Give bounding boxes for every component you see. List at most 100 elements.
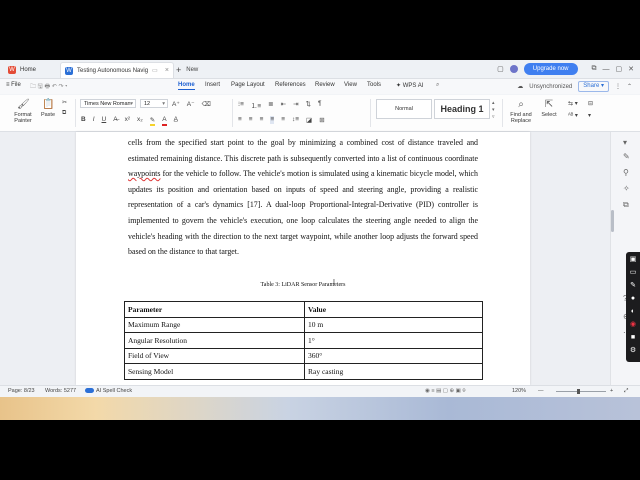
tab-document[interactable]: W Testing Autonomous Navig ▭ × — [60, 62, 174, 78]
table-cell[interactable]: Ray casting — [304, 363, 483, 380]
typesetting-icon[interactable]: ⇆ ▾ — [568, 100, 578, 107]
zoom-slider[interactable] — [556, 391, 606, 392]
table-header-cell[interactable]: Parameter — [124, 301, 305, 318]
table-cell[interactable]: Field of View — [124, 347, 305, 364]
bold-icon[interactable]: B — [81, 116, 86, 126]
copy-icon[interactable]: ⧉ — [62, 110, 67, 117]
mouse-icon[interactable]: ◐ — [629, 308, 637, 316]
zoom-in-icon[interactable]: + — [610, 388, 613, 394]
italic-icon[interactable]: I — [93, 116, 95, 126]
cut-icon[interactable]: ✂ — [62, 99, 67, 106]
vertical-scrollbar[interactable] — [611, 210, 614, 232]
font-size-combo[interactable]: 12 ▾ — [140, 99, 168, 108]
more-icon[interactable]: ⋮ — [615, 83, 621, 90]
layout-icon[interactable]: ▢ — [497, 65, 504, 73]
share-button[interactable]: Share ▾ — [578, 81, 609, 92]
maximize-icon[interactable]: ▢ — [616, 65, 623, 73]
window-icon[interactable]: ▭ — [152, 67, 158, 74]
subscript-icon[interactable]: x₂ — [137, 116, 143, 126]
tab-home[interactable]: W Home — [4, 62, 52, 77]
dropdown-icon[interactable]: ▾ — [623, 138, 627, 147]
table-cell[interactable]: Maximum Range — [124, 316, 305, 333]
upgrade-button[interactable]: Upgrade now — [523, 63, 578, 75]
show-marks-icon[interactable]: ¶ — [318, 100, 322, 110]
fullscreen-icon[interactable]: ⤢ — [624, 388, 628, 395]
quick-access-icons[interactable]: 🗀 🖫 🖶 ↶ ↷ ▾ — [30, 82, 67, 92]
sync-status[interactable]: Unsynchronized — [529, 84, 572, 90]
ai-spell-check[interactable]: AI Spell Check — [85, 388, 132, 394]
shading-icon[interactable]: ◪ — [306, 116, 312, 124]
menu-insert[interactable]: Insert — [205, 82, 220, 88]
spell-toggle[interactable] — [85, 388, 94, 394]
justify-icon[interactable]: ≡ — [270, 116, 275, 124]
style-normal[interactable]: Normal — [376, 99, 432, 119]
line-spacing-icon[interactable]: ↕≡ — [292, 116, 299, 124]
style-gallery-arrows[interactable]: ▴ ▾ ▿ — [492, 100, 495, 121]
shapes-icon[interactable]: ✧ — [623, 184, 630, 193]
search-icon[interactable]: ⌕ — [436, 82, 439, 89]
increase-indent-icon[interactable]: ⇥ — [293, 100, 298, 110]
restore-icon[interactable]: ⧉ — [592, 65, 597, 73]
decrease-indent-icon[interactable]: ⇤ — [281, 100, 286, 110]
camera-icon[interactable]: ▣ — [629, 256, 637, 264]
table-cell[interactable]: 10 m — [304, 316, 483, 333]
align-left-icon[interactable]: ≡ — [238, 116, 242, 124]
pen-icon[interactable]: ✎ — [629, 282, 637, 290]
align-center-icon[interactable]: ≡ — [249, 116, 253, 124]
document-canvas[interactable]: cells from the specified start point to … — [0, 132, 610, 385]
font-color-icon[interactable]: A — [162, 116, 167, 126]
menu-page-layout[interactable]: Page Layout — [231, 82, 265, 88]
zoom-slider-handle[interactable] — [577, 389, 580, 394]
borders-icon[interactable]: ⊞ — [319, 116, 324, 124]
body-paragraph[interactable]: cells from the specified start point to … — [128, 135, 478, 260]
chevron-down-icon[interactable]: ▾ — [588, 112, 593, 119]
avatar[interactable] — [509, 65, 518, 73]
close-window-icon[interactable]: ✕ — [628, 65, 634, 73]
numbering-icon[interactable]: ⒈≡ — [251, 100, 261, 110]
record-icon[interactable]: ◉ — [629, 321, 637, 329]
table-cell[interactable]: Angular Resolution — [124, 332, 305, 349]
menu-references[interactable]: References — [275, 82, 306, 88]
table-cell[interactable]: 1° — [304, 332, 483, 349]
shrink-font-icon[interactable]: A⁻ — [187, 100, 195, 108]
abc-icon[interactable]: ᴬᴮ ▾ — [568, 112, 578, 119]
copy-panel-icon[interactable]: ⧉ — [623, 200, 629, 210]
menu-tools[interactable]: Tools — [367, 82, 381, 88]
superscript-icon[interactable]: x² — [125, 116, 130, 126]
view-mode-icons[interactable]: ◉ ≡ ▤ ▢ ⊕ ▣ ⌾ — [425, 388, 466, 395]
underline-icon[interactable]: U — [102, 116, 107, 126]
select-button[interactable]: ⇱ Select — [538, 99, 560, 118]
align-right-icon[interactable]: ≡ — [260, 116, 264, 124]
strikethrough-icon[interactable]: A̶ — [113, 116, 117, 126]
sort-icon[interactable]: ⇅ — [306, 100, 311, 110]
format-painter-button[interactable]: 🖌 Format Painter — [10, 99, 36, 124]
page-indicator[interactable]: Page: 8/23 — [8, 388, 35, 394]
char-border-icon[interactable]: A̲ — [174, 116, 178, 126]
table-header-cell[interactable]: Value — [304, 301, 483, 318]
table-cell[interactable]: 360° — [304, 347, 483, 364]
wps-ai-menu[interactable]: ✦ WPS AI — [396, 82, 423, 89]
menu-view[interactable]: View — [344, 82, 357, 88]
distributed-icon[interactable]: ≡ — [281, 116, 285, 124]
paste-button[interactable]: 📋 Paste — [38, 99, 58, 118]
minimize-icon[interactable]: — — [603, 66, 610, 73]
font-name-combo[interactable]: Times New Roman ▾ — [80, 99, 136, 108]
document-page[interactable]: cells from the specified start point to … — [76, 132, 530, 385]
find-replace-button[interactable]: ⌕ Find and Replace — [508, 99, 534, 124]
display-icon[interactable]: ▭ — [629, 269, 637, 277]
style-heading-1[interactable]: Heading 1 — [434, 99, 490, 119]
stop-icon[interactable]: ■ — [629, 334, 637, 342]
table-cell[interactable]: Sensing Model — [124, 363, 305, 380]
close-tab-icon[interactable]: × — [165, 67, 169, 74]
zoom-level[interactable]: 120% — [512, 388, 526, 394]
file-menu[interactable]: ≡ File — [6, 82, 21, 88]
word-count[interactable]: Words: 5277 — [45, 388, 76, 394]
outline-icon[interactable]: ≣ — [268, 100, 273, 110]
grow-font-icon[interactable]: A⁺ — [172, 100, 180, 108]
microphone-icon[interactable]: ● — [629, 295, 637, 303]
new-tab-button[interactable]: + New — [176, 63, 198, 76]
zoom-out-icon[interactable]: — — [538, 388, 544, 394]
edit-icon[interactable]: ✎ — [623, 152, 630, 161]
lidar-parameters-table[interactable]: Parameter Value Maximum Range 10 m Angul… — [124, 301, 483, 380]
gear-icon[interactable]: ⚙ — [629, 347, 637, 355]
